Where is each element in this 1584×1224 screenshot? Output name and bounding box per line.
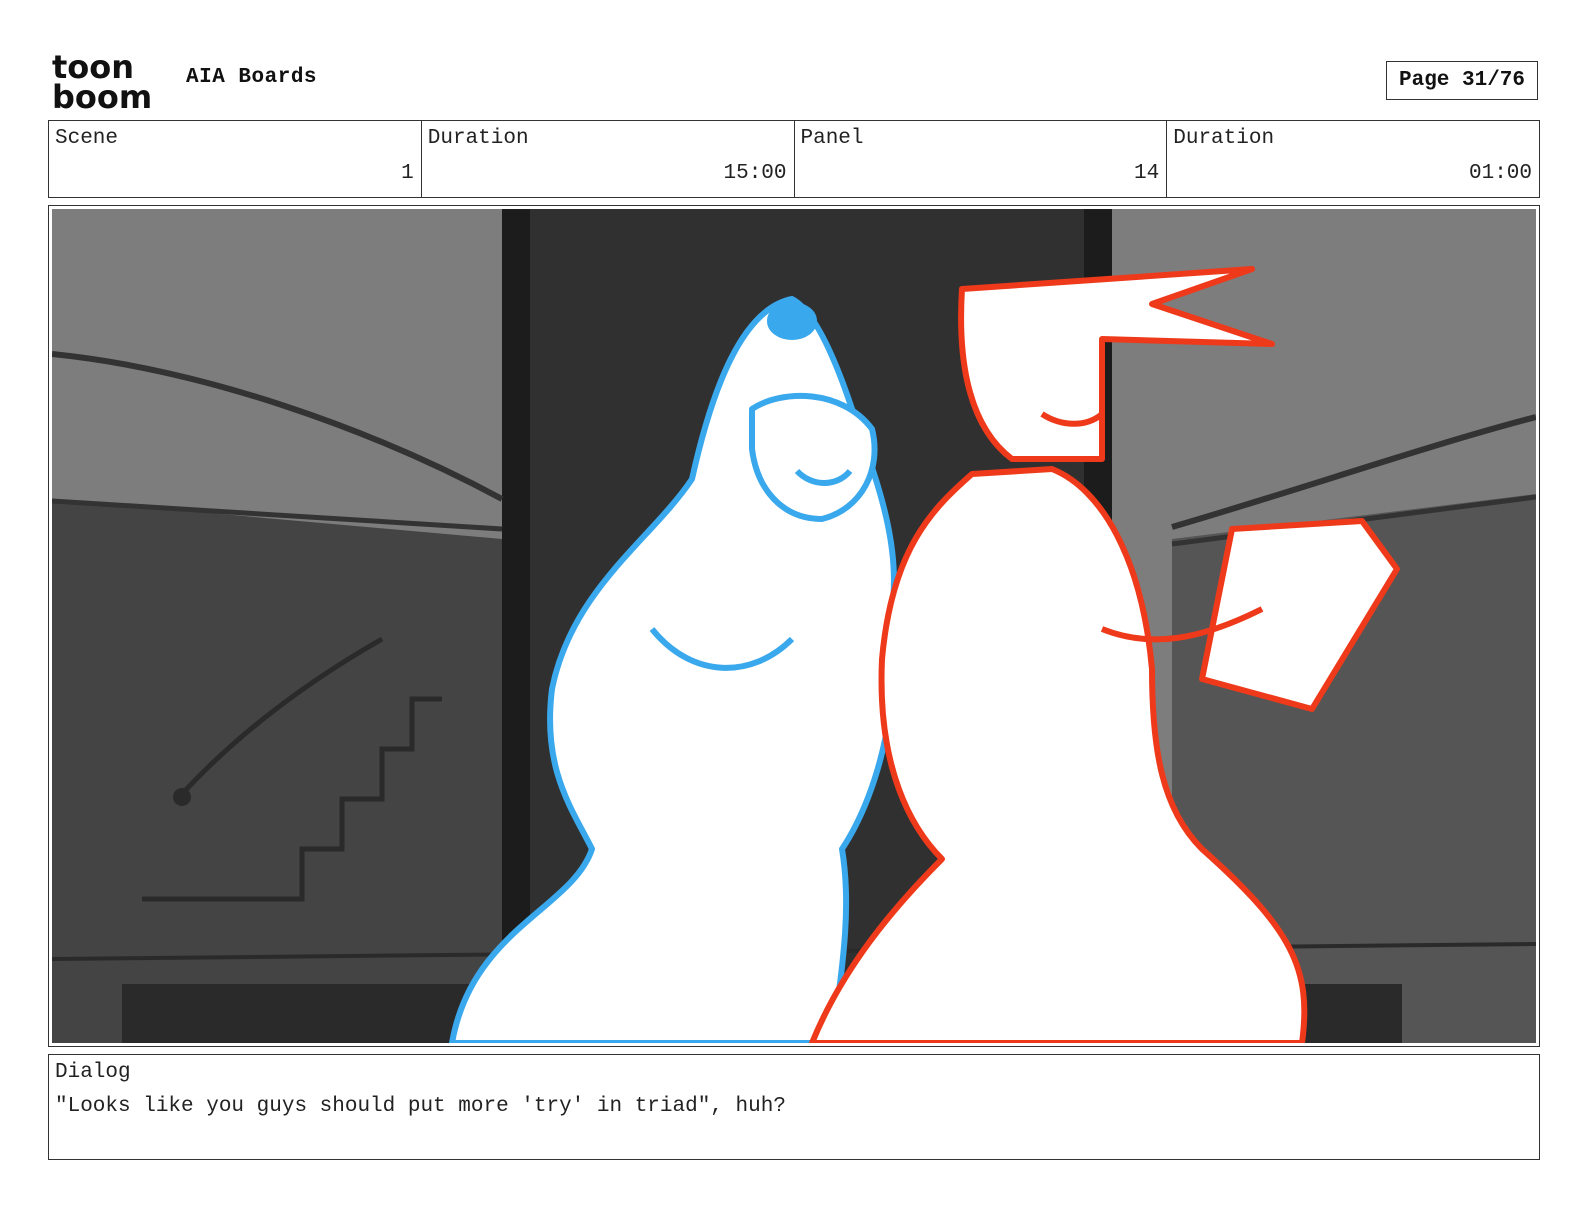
panel-duration-cell: Duration 01:00 [1167, 121, 1539, 197]
panel-duration-value: 01:00 [1468, 162, 1532, 185]
storyboard-panel [48, 205, 1540, 1047]
dialog-label: Dialog [55, 1061, 131, 1084]
scene-duration-label: Duration [427, 127, 529, 150]
scene-duration-value: 15:00 [723, 162, 787, 185]
dialog-text: "Looks like you guys should put more 'tr… [55, 1095, 786, 1118]
scene-value: 1 [401, 162, 414, 185]
toon-boom-logo: toon boom [52, 50, 152, 112]
scene-label: Scene [55, 127, 119, 150]
panel-label: Panel [800, 127, 864, 150]
scene-cell: Scene 1 [49, 121, 422, 197]
stair-rail-knob [173, 788, 191, 806]
panel-value: 14 [1134, 162, 1160, 185]
project-title: AIA Boards [186, 66, 318, 89]
panel-cell: Panel 14 [795, 121, 1168, 197]
panel-duration-label: Duration [1173, 127, 1275, 150]
logo-text-bottom: boom [52, 78, 152, 112]
panel-drawing [52, 209, 1536, 1043]
page-indicator: Page 31/76 [1386, 61, 1538, 100]
left-wall [52, 499, 502, 1043]
scene-duration-cell: Duration 15:00 [422, 121, 795, 197]
door-frame-left [502, 209, 530, 1043]
scene-info-table: Scene 1 Duration 15:00 Panel 14 Duration… [48, 120, 1540, 198]
dialog-box: Dialog "Looks like you guys should put m… [48, 1054, 1540, 1160]
